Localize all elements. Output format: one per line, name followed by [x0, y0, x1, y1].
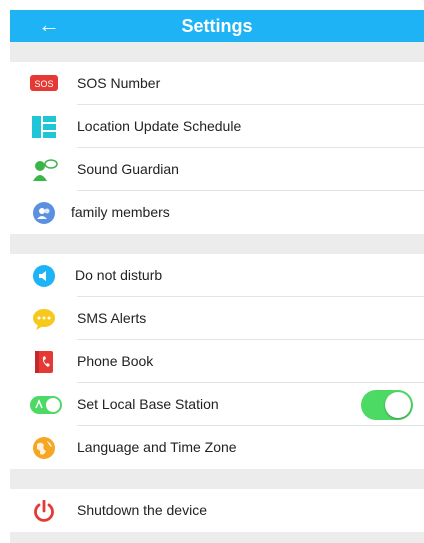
- row-set-local-base-station[interactable]: Set Local Base Station: [10, 383, 424, 426]
- toggle-icon: [30, 396, 62, 414]
- row-language-time-zone[interactable]: Language and Time Zone: [10, 426, 424, 469]
- sos-badge-icon: SOS: [30, 75, 58, 91]
- toggle-knob: [385, 392, 411, 418]
- row-sms-alerts[interactable]: SMS Alerts: [10, 297, 424, 340]
- location-update-schedule-label: Location Update Schedule: [77, 118, 242, 134]
- section-spacer: [10, 42, 424, 62]
- row-location-update-schedule[interactable]: Location Update Schedule: [10, 105, 424, 148]
- settings-screen: ← Settings SOS SOS Number Location Updat…: [10, 10, 424, 543]
- row-family-members[interactable]: family members: [10, 191, 424, 234]
- base-station-toggle[interactable]: [361, 390, 413, 420]
- phone-book-label: Phone Book: [77, 353, 154, 369]
- row-do-not-disturb[interactable]: Do not disturb: [10, 254, 424, 297]
- schedule-grid-icon: [32, 116, 56, 138]
- family-members-icon: [32, 202, 56, 224]
- shutdown-device-label: Shutdown the device: [77, 502, 207, 518]
- do-not-disturb-label: Do not disturb: [75, 267, 163, 283]
- set-local-base-station-label: Set Local Base Station: [77, 396, 219, 412]
- sos-number-label: SOS Number: [77, 75, 161, 91]
- row-shutdown-device[interactable]: Shutdown the device: [10, 489, 424, 532]
- sound-guardian-label: Sound Guardian: [77, 161, 179, 177]
- page-title: Settings: [181, 16, 253, 36]
- row-sos-number[interactable]: SOS SOS Number: [10, 62, 424, 105]
- phone-book-icon: [32, 351, 56, 373]
- header-bar: ← Settings: [10, 10, 424, 42]
- sos-badge-text: SOS: [34, 79, 53, 89]
- chat-bubble-icon: [32, 308, 56, 330]
- section-spacer: [10, 469, 424, 489]
- section-spacer: [10, 234, 424, 254]
- person-speech-icon: [32, 159, 58, 181]
- row-sound-guardian[interactable]: Sound Guardian: [10, 148, 424, 191]
- globe-icon: [32, 437, 56, 459]
- sms-alerts-label: SMS Alerts: [77, 310, 147, 326]
- mute-speaker-icon: [32, 265, 56, 287]
- language-time-zone-label: Language and Time Zone: [77, 439, 237, 455]
- section-spacer: [10, 532, 424, 543]
- row-phone-book[interactable]: Phone Book: [10, 340, 424, 383]
- power-icon: [32, 499, 56, 522]
- family-members-label: family members: [71, 204, 170, 220]
